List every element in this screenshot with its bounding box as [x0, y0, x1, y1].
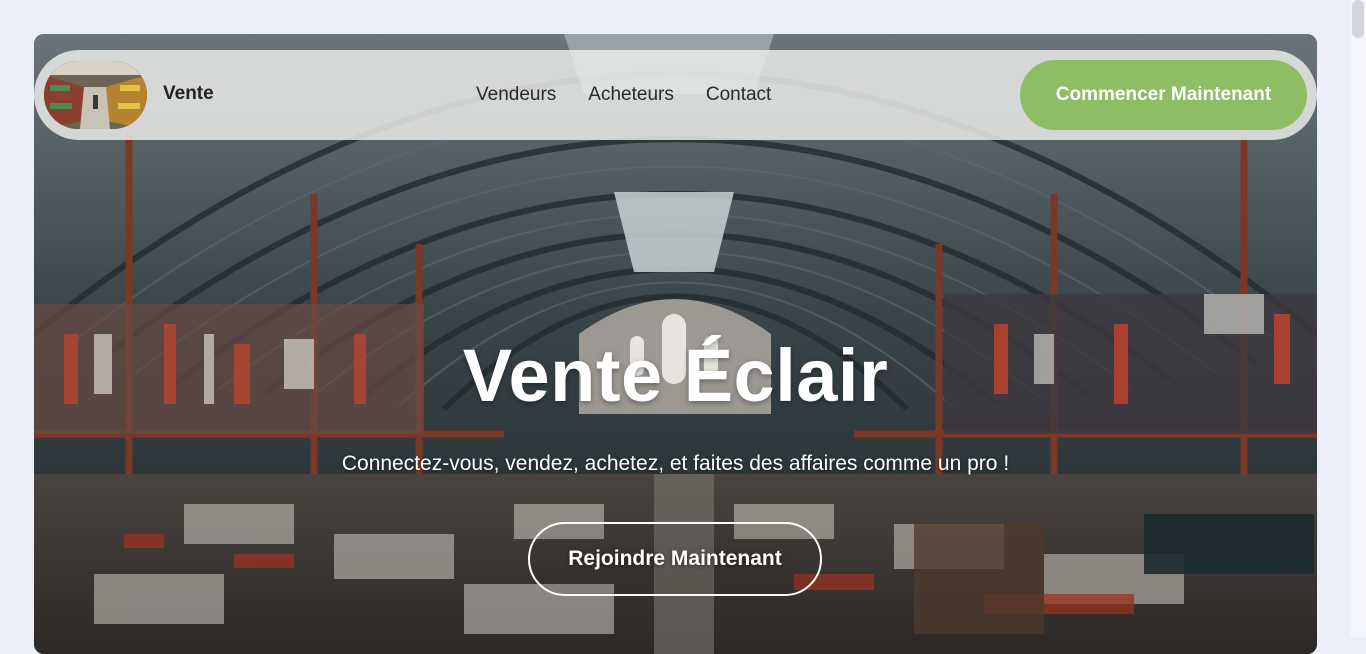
brand-logo[interactable]: [44, 61, 147, 129]
nav-link-contact[interactable]: Contact: [706, 84, 771, 106]
nav-links: Vendeurs Acheteurs Contact: [476, 84, 771, 106]
nav-link-acheteurs[interactable]: Acheteurs: [588, 84, 674, 106]
supermarket-aisle-photo: [44, 61, 147, 129]
hero-title: Vente Éclair: [462, 334, 889, 417]
top-navbar: Vente Vendeurs Acheteurs Contact Commenc…: [34, 50, 1317, 140]
page-scrollbar[interactable]: [1350, 0, 1366, 637]
brand-name[interactable]: Vente: [163, 83, 214, 105]
scrollbar-thumb[interactable]: [1352, 0, 1364, 38]
nav-link-vendeurs[interactable]: Vendeurs: [476, 84, 556, 106]
hero-subtitle: Connectez-vous, vendez, achetez, et fait…: [341, 452, 1010, 475]
rejoindre-maintenant-button[interactable]: Rejoindre Maintenant: [528, 522, 822, 596]
commencer-maintenant-button[interactable]: Commencer Maintenant: [1020, 60, 1307, 130]
